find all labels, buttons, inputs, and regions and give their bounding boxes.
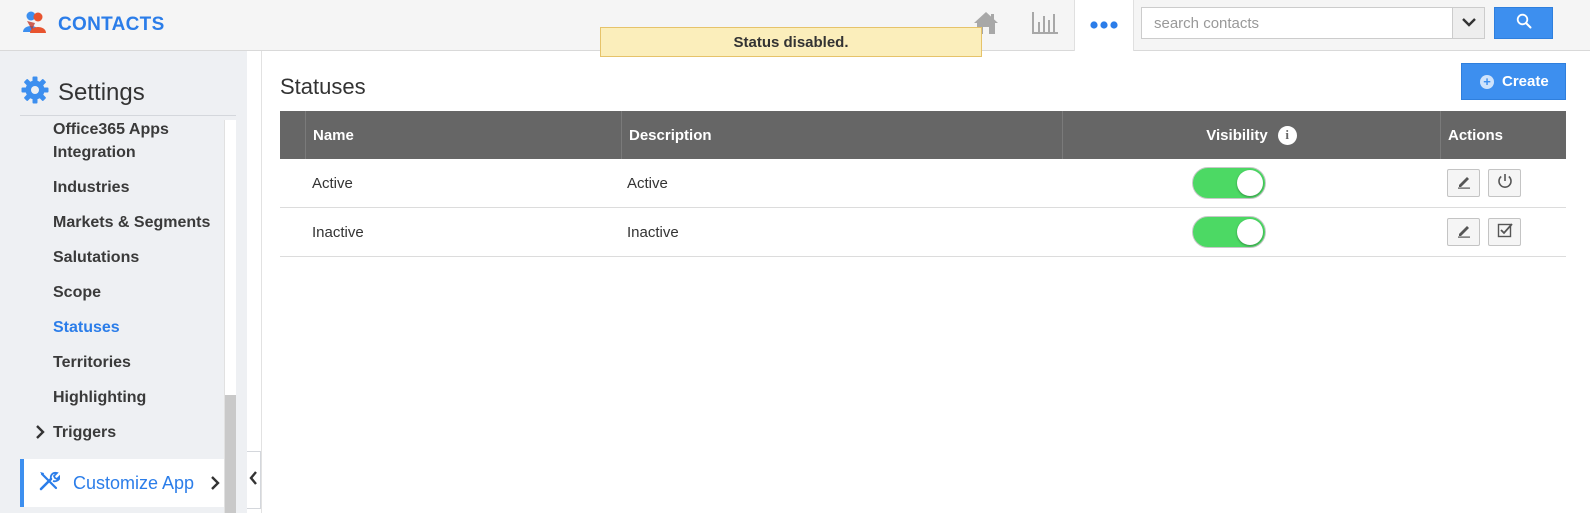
tools-icon [38,470,61,497]
app-root: CONTACTS search contacts Status disabled… [0,0,1590,513]
toggle-knob [1237,170,1263,196]
table-row: Active Active [280,159,1566,208]
sidebar-item-salutations[interactable]: Salutations [53,246,139,269]
create-label: Create [1502,73,1549,90]
chevron-down-icon [1461,14,1476,32]
nav-reports[interactable] [1016,0,1074,50]
power-icon [1496,172,1514,194]
sidebar-collapse-toggle[interactable] [247,451,261,509]
gear-icon [20,75,50,110]
column-header-description[interactable]: Description [621,111,1062,159]
bar-chart-icon [1030,10,1060,41]
sidebar-item-industries[interactable]: Industries [53,176,129,199]
settings-sidebar: Settings Office365 Apps Integration Indu… [0,51,247,513]
table-header: Name Description Visibility i Actions [280,111,1566,159]
toggle-knob [1237,219,1263,245]
sidebar-title: Settings [58,78,145,106]
customize-app-label: Customize App [73,472,195,493]
customize-app-button[interactable]: Customize App [20,459,224,507]
statuses-table: Name Description Visibility i Actions Ac… [280,111,1566,257]
visibility-cell [1192,159,1266,207]
status-name: Inactive [312,223,364,241]
pencil-icon [1456,173,1472,193]
settings-menu: Office365 Apps Integration Industries Ma… [0,117,236,457]
visibility-cell [1192,208,1266,256]
chevron-left-icon [249,470,258,490]
sidebar-divider [20,115,236,116]
actions-cell [1447,208,1521,256]
sidebar-item-scope[interactable]: Scope [53,281,101,304]
sidebar-item-statuses[interactable]: Statuses [53,316,120,339]
checkbox-check-icon [1497,222,1513,242]
chevron-right-icon [210,476,220,495]
toast-message: Status disabled. [733,33,849,51]
content-divider [261,51,262,513]
create-button[interactable]: + Create [1461,63,1566,100]
enable-button[interactable] [1488,218,1521,246]
status-toast: Status disabled. [600,27,982,57]
plus-circle-icon: + [1480,74,1494,89]
column-header-actions: Actions [1440,111,1566,159]
info-icon[interactable]: i [1277,125,1297,145]
visibility-toggle[interactable] [1192,216,1266,248]
visibility-toggle[interactable] [1192,167,1266,199]
search-dropdown-button[interactable] [1452,7,1485,39]
nav-more[interactable] [1074,0,1134,51]
header-spacer [280,111,305,159]
sidebar-item-highlighting[interactable]: Highlighting [53,386,146,409]
sidebar-item-label: Triggers [53,424,117,441]
app-title: CONTACTS [58,13,165,35]
search-icon [1516,13,1532,34]
column-header-label: Visibility [1206,126,1268,144]
sidebar-item-triggers[interactable]: Triggers [0,421,224,444]
more-dots-icon [1089,17,1119,35]
chevron-right-icon [35,425,45,444]
sidebar-scrollbar-thumb[interactable] [225,395,236,513]
column-header-name[interactable]: Name [305,111,621,159]
sidebar-item-markets-segments[interactable]: Markets & Segments [53,211,210,234]
status-description: Inactive [627,223,679,241]
edit-button[interactable] [1447,169,1480,197]
contacts-people-icon [20,8,48,41]
actions-cell [1447,159,1521,207]
page-title: Statuses [280,74,366,99]
sidebar-header: Settings [20,75,145,110]
search-input[interactable] [1141,7,1453,39]
edit-button[interactable] [1447,218,1480,246]
status-name: Active [312,174,353,192]
column-header-visibility: Visibility i [1062,111,1440,159]
column-header-label: Actions [1448,126,1504,144]
disable-button[interactable] [1488,169,1521,197]
column-header-label: Name [313,126,354,144]
app-brand[interactable]: CONTACTS [20,8,165,41]
column-header-label: Description [629,126,712,144]
sidebar-item-office365[interactable]: Office365 Apps Integration [53,118,223,164]
table-row: Inactive Inactive [280,208,1566,257]
sidebar-item-territories[interactable]: Territories [53,351,131,374]
search-button[interactable] [1494,7,1553,39]
pencil-icon [1456,222,1472,242]
status-description: Active [627,174,668,192]
